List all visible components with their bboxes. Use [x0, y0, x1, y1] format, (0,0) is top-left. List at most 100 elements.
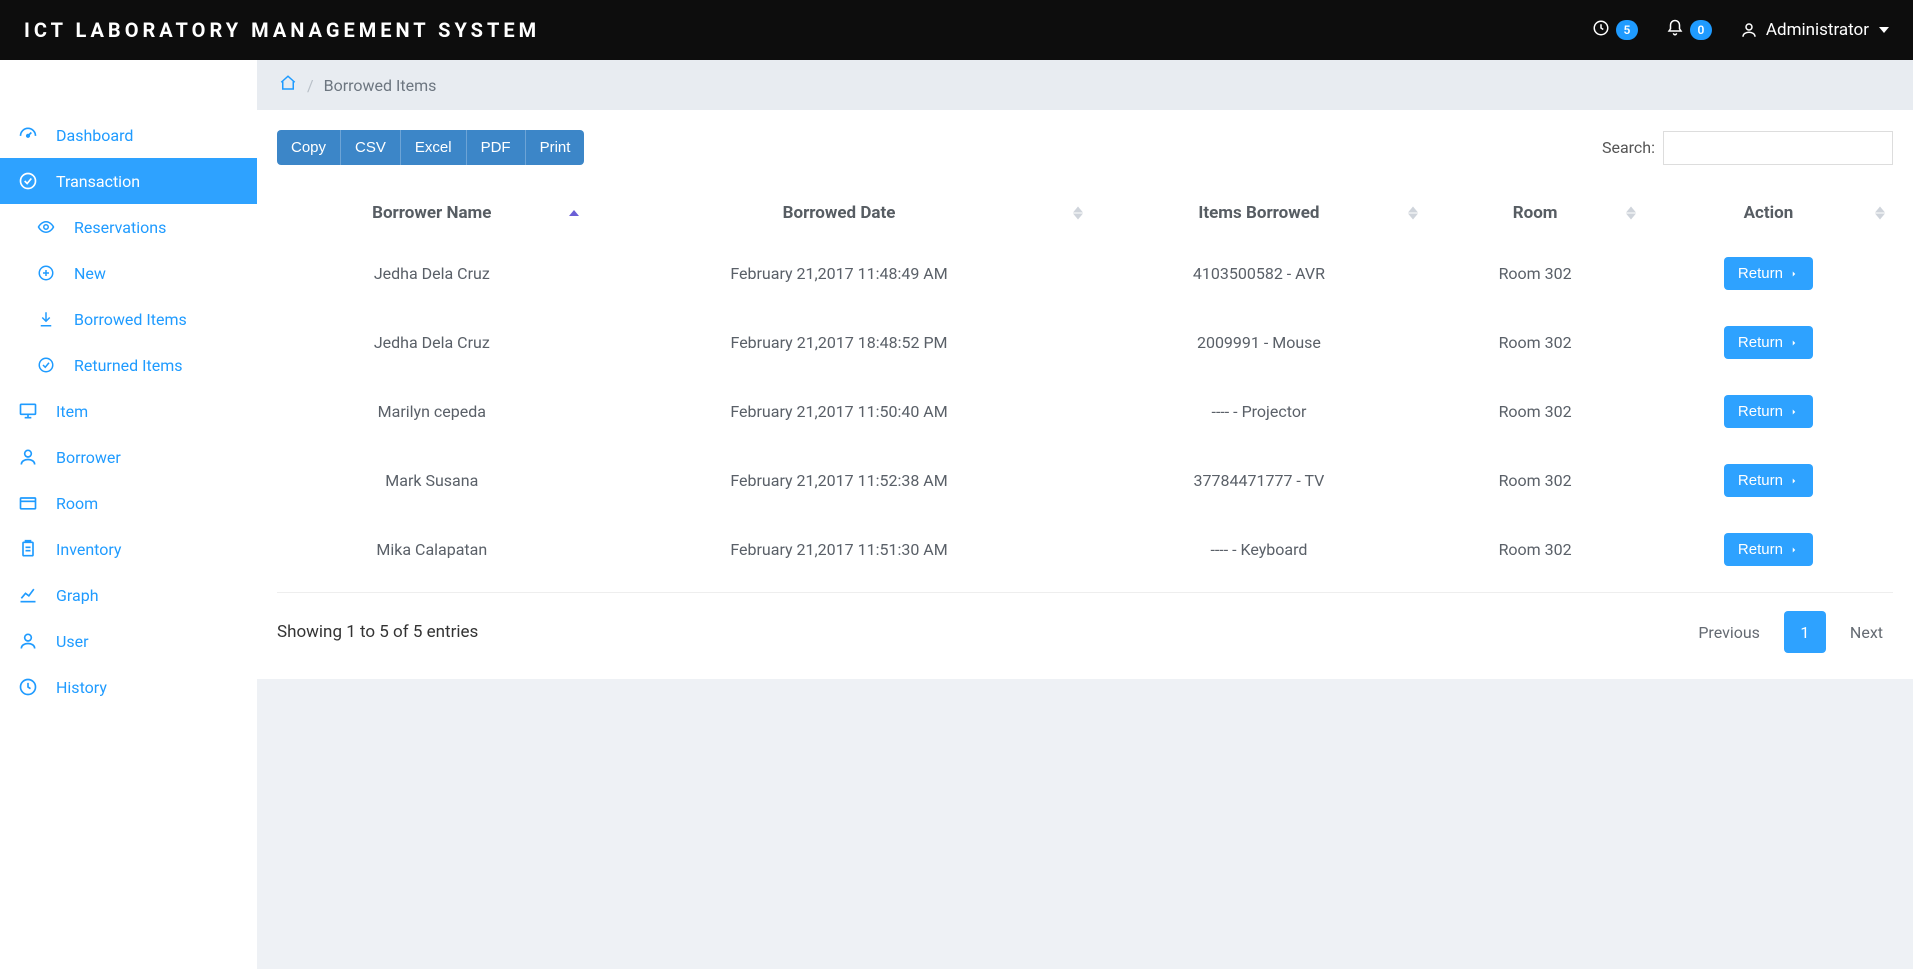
clock-icon — [1592, 19, 1610, 41]
sidebar-subitem-returned-items[interactable]: Returned Items — [0, 342, 257, 388]
sidebar-item-label: Graph — [56, 586, 99, 605]
cell-date: February 21,2017 11:51:30 AM — [587, 515, 1092, 584]
print-button[interactable]: Print — [526, 130, 585, 165]
return-button[interactable]: Return — [1724, 533, 1813, 566]
cell-action: Return — [1644, 308, 1893, 377]
eye-icon — [36, 217, 56, 237]
cell-action: Return — [1644, 377, 1893, 446]
sidebar-subitem-label: New — [74, 264, 106, 283]
cell-name: Mark Susana — [277, 446, 587, 515]
sidebar-item-room[interactable]: Room — [0, 480, 257, 526]
col-borrower-name[interactable]: Borrower Name — [277, 187, 587, 239]
sort-icon — [1875, 207, 1885, 220]
borrowed-table: Borrower Name Borrowed Date Items Borrowed… — [277, 187, 1893, 584]
breadcrumb-sep: / — [307, 76, 314, 95]
clock-icon — [18, 677, 38, 697]
return-button[interactable]: Return — [1724, 326, 1813, 359]
sidebar-item-transaction[interactable]: Transaction — [0, 158, 257, 204]
table-row: Marilyn cepedaFebruary 21,2017 11:50:40 … — [277, 377, 1893, 446]
export-button-group: CopyCSVExcelPDFPrint — [277, 130, 584, 165]
sidebar-subitem-borrowed-items[interactable]: Borrowed Items — [0, 296, 257, 342]
cell-item: 37784471777 - TV — [1091, 446, 1426, 515]
cell-date: February 21,2017 11:48:49 AM — [587, 239, 1092, 308]
copy-button[interactable]: Copy — [277, 130, 341, 165]
cell-name: Jedha Dela Cruz — [277, 239, 587, 308]
sort-icon — [1073, 207, 1083, 220]
sort-asc-icon — [569, 210, 579, 216]
entries-info: Showing 1 to 5 of 5 entries — [277, 622, 478, 642]
sidebar-item-label: Inventory — [56, 540, 122, 559]
sidebar-item-graph[interactable]: Graph — [0, 572, 257, 618]
sidebar-item-label: Borrower — [56, 448, 121, 467]
excel-button[interactable]: Excel — [401, 130, 467, 165]
cell-action: Return — [1644, 239, 1893, 308]
main: / Borrowed Items CopyCSVExcelPDFPrint Se… — [257, 60, 1913, 969]
col-label: Action — [1744, 203, 1794, 223]
search-label: Search: — [1602, 138, 1655, 157]
bell-notif[interactable]: 0 — [1666, 19, 1712, 41]
breadcrumb-current: Borrowed Items — [324, 76, 437, 95]
table-row: Mark SusanaFebruary 21,2017 11:52:38 AM3… — [277, 446, 1893, 515]
pdf-button[interactable]: PDF — [467, 130, 526, 165]
cell-name: Mika Calapatan — [277, 515, 587, 584]
search-wrap: Search: — [1602, 131, 1893, 165]
sidebar-subitem-new[interactable]: New — [0, 250, 257, 296]
user-menu[interactable]: Administrator — [1740, 20, 1889, 40]
table-row: Jedha Dela CruzFebruary 21,2017 11:48:49… — [277, 239, 1893, 308]
cell-item: 2009991 - Mouse — [1091, 308, 1426, 377]
sidebar-subitem-label: Borrowed Items — [74, 310, 187, 329]
col-action[interactable]: Action — [1644, 187, 1893, 239]
sidebar: Dashboard Transaction Reservations New Borro… — [0, 60, 257, 969]
sidebar-item-dashboard[interactable]: Dashboard — [0, 112, 257, 158]
bell-badge: 0 — [1690, 20, 1712, 40]
sort-icon — [1408, 207, 1418, 220]
sidebar-item-user[interactable]: User — [0, 618, 257, 664]
check-circle-icon — [18, 171, 38, 191]
sidebar-subitem-label: Returned Items — [74, 356, 183, 375]
cell-action: Return — [1644, 446, 1893, 515]
breadcrumb: / Borrowed Items — [257, 60, 1913, 110]
breadcrumb-home[interactable] — [279, 74, 297, 96]
gauge-icon — [18, 125, 38, 145]
cell-name: Marilyn cepeda — [277, 377, 587, 446]
cell-room: Room 302 — [1426, 239, 1643, 308]
cell-room: Room 302 — [1426, 377, 1643, 446]
return-button[interactable]: Return — [1724, 257, 1813, 290]
check-circle-icon — [36, 355, 56, 375]
pager: Previous 1 Next — [1688, 611, 1893, 653]
person-icon — [1740, 21, 1758, 39]
csv-button[interactable]: CSV — [341, 130, 401, 165]
search-input[interactable] — [1663, 131, 1893, 165]
col-label: Borrower Name — [372, 203, 491, 223]
sidebar-item-label: Room — [56, 494, 98, 513]
col-label: Items Borrowed — [1198, 203, 1319, 223]
pager-next[interactable]: Next — [1840, 615, 1893, 650]
sidebar-subitem-reservations[interactable]: Reservations — [0, 204, 257, 250]
sidebar-item-history[interactable]: History — [0, 664, 257, 710]
return-button[interactable]: Return — [1724, 464, 1813, 497]
sidebar-item-label: User — [56, 632, 89, 651]
caret-down-icon — [1879, 27, 1889, 33]
user-label: Administrator — [1766, 20, 1869, 40]
sidebar-item-borrower[interactable]: Borrower — [0, 434, 257, 480]
clock-badge: 5 — [1616, 20, 1638, 40]
pager-prev[interactable]: Previous — [1688, 615, 1770, 650]
cell-date: February 21,2017 11:52:38 AM — [587, 446, 1092, 515]
clock-notif[interactable]: 5 — [1592, 19, 1638, 41]
col-label: Borrowed Date — [783, 203, 896, 223]
pager-page-1[interactable]: 1 — [1784, 611, 1826, 653]
cell-room: Room 302 — [1426, 308, 1643, 377]
col-label: Room — [1513, 203, 1558, 223]
sidebar-item-label: History — [56, 678, 107, 697]
sidebar-item-label: Transaction — [56, 172, 140, 191]
col-borrowed-date[interactable]: Borrowed Date — [587, 187, 1092, 239]
sidebar-item-inventory[interactable]: Inventory — [0, 526, 257, 572]
brand-title: ICT LABORATORY MANAGEMENT SYSTEM — [24, 18, 540, 42]
sidebar-item-item[interactable]: Item — [0, 388, 257, 434]
return-button[interactable]: Return — [1724, 395, 1813, 428]
sidebar-subitem-label: Reservations — [74, 218, 166, 237]
plus-circle-icon — [36, 263, 56, 283]
col-room[interactable]: Room — [1426, 187, 1643, 239]
col-items-borrowed[interactable]: Items Borrowed — [1091, 187, 1426, 239]
table-row: Jedha Dela CruzFebruary 21,2017 18:48:52… — [277, 308, 1893, 377]
